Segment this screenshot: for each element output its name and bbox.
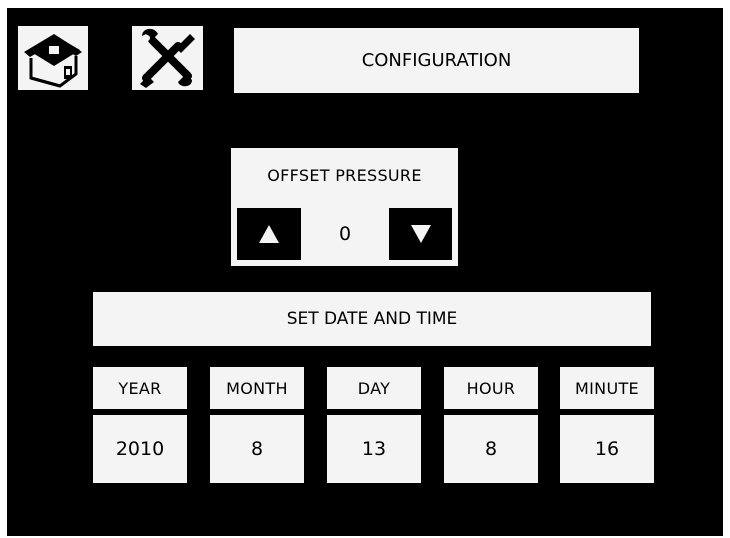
year-label: YEAR [93,367,187,409]
hmi-screen: CONFIGURATION OFFSET PRESSURE 0 SET DATE… [0,0,730,538]
arrow-down-icon [410,225,431,243]
config-panel: CONFIGURATION OFFSET PRESSURE 0 SET DATE… [7,8,723,536]
day-label: DAY [327,367,421,409]
hour-label: HOUR [444,367,538,409]
tools-button[interactable] [132,26,203,90]
hour-value[interactable]: 8 [444,415,538,483]
set-date-time-header: SET DATE AND TIME [93,292,651,346]
offset-increment-button[interactable] [231,202,307,266]
offset-decrement-inner [389,208,452,260]
month-label: MONTH [210,367,304,409]
tools-icon [140,28,195,88]
month-value[interactable]: 8 [210,415,304,483]
page-title: CONFIGURATION [234,28,639,93]
offset-increment-inner [237,208,301,260]
minute-label: MINUTE [560,367,654,409]
offset-decrement-button[interactable] [383,202,458,266]
offset-pressure-label: OFFSET PRESSURE [231,148,458,202]
year-value[interactable]: 2010 [93,415,187,483]
offset-pressure-value[interactable]: 0 [307,202,383,266]
arrow-up-icon [259,225,279,243]
minute-value[interactable]: 16 [560,415,654,483]
home-icon [24,34,82,88]
home-button[interactable] [18,26,88,90]
day-value[interactable]: 13 [327,415,421,483]
